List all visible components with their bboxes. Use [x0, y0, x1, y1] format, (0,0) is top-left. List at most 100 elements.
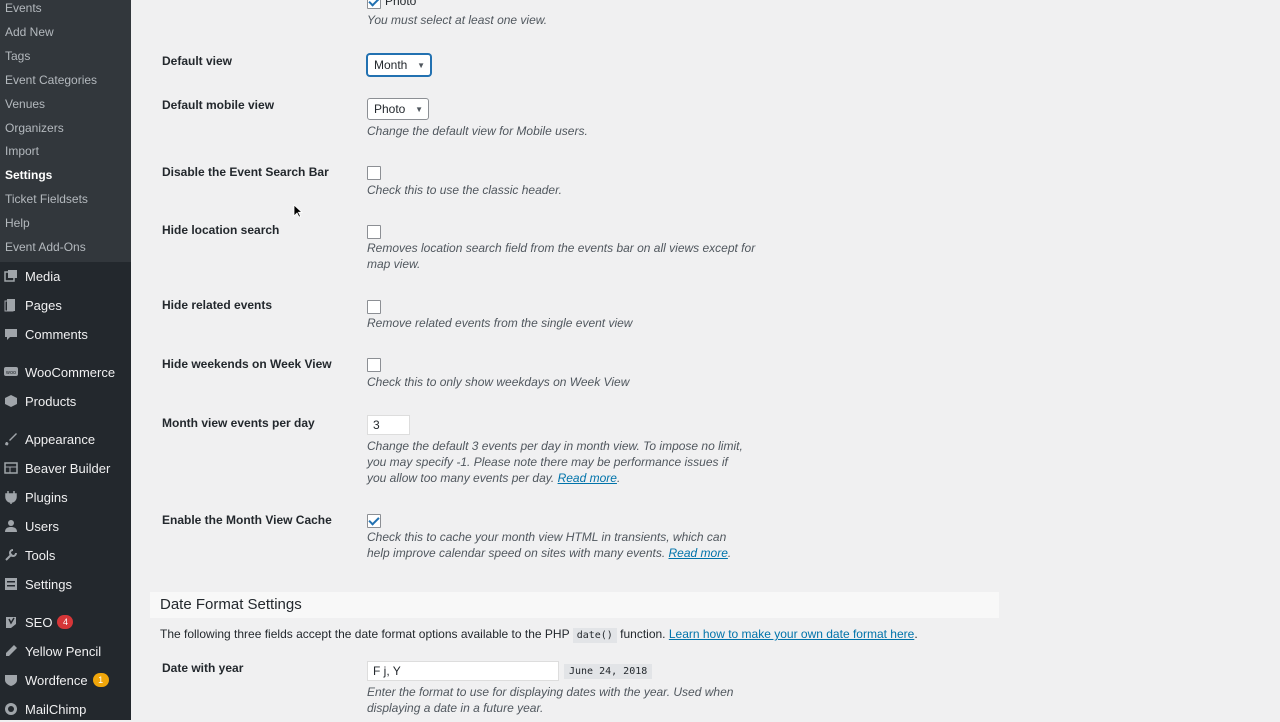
month-events-per-day-input[interactable]: 3 [367, 415, 410, 435]
menu-label: Products [25, 393, 77, 409]
media-icon [4, 269, 18, 283]
default-mobile-view-desc: Change the default view for Mobile users… [367, 124, 588, 138]
wordfence-icon [4, 673, 18, 687]
menu-item-beaver-builder[interactable]: Beaver Builder [0, 455, 131, 481]
submenu-item-tags[interactable]: Tags [5, 48, 30, 64]
appearance-icon [4, 432, 18, 446]
date-format-intro: The following three fields accept the da… [160, 627, 918, 643]
menu-item-wordfence[interactable]: Wordfence 1 [0, 667, 131, 693]
default-view-value: Month [374, 58, 408, 72]
month-events-per-day-label: Month view events per day [162, 416, 315, 430]
menu-item-pages[interactable]: Pages [0, 292, 131, 318]
menu-label: MailChimp [25, 701, 87, 717]
month-events-per-day-desc-text: Change the default 3 events per day in m… [367, 439, 743, 485]
menu-item-mailchimp[interactable]: MailChimp [0, 696, 131, 722]
pencil-icon [4, 644, 18, 658]
default-mobile-view-value: Photo [374, 102, 406, 116]
intro-text-before: The following three fields accept the da… [160, 627, 573, 641]
submenu-item-event-add-ons[interactable]: Event Add-Ons [5, 239, 86, 255]
default-view-label: Default view [162, 54, 233, 68]
menu-label: SEO [25, 614, 53, 630]
chevron-down-icon: ▼ [417, 60, 425, 70]
beaver-builder-icon [4, 461, 18, 475]
month-view-cache-label: Enable the Month View Cache [162, 513, 332, 527]
menu-label: Yellow Pencil [25, 643, 102, 659]
intro-text-after: function. [616, 627, 669, 641]
month-events-per-day-desc: Change the default 3 events per day in m… [367, 439, 743, 485]
submenu-item-ticket-fieldsets[interactable]: Ticket Fieldsets [5, 191, 88, 207]
woocommerce-icon: woo [4, 365, 18, 379]
menu-label: Media [25, 268, 61, 284]
menu-item-users[interactable]: Users [0, 513, 131, 539]
menu-label: Settings [25, 576, 72, 592]
date-with-year-example: June 24, 2018 [564, 664, 653, 679]
menu-item-tools[interactable]: Tools [0, 542, 131, 568]
disable-search-bar-desc: Check this to use the classic header. [367, 183, 562, 197]
month-events-per-day-value: 3 [373, 418, 380, 432]
menu-item-settings[interactable]: Settings [0, 571, 131, 597]
section-title: Date Format Settings [160, 596, 302, 613]
photo-view-checkbox[interactable] [367, 0, 381, 9]
wordfence-notification-badge: 1 [92, 673, 109, 687]
menu-item-plugins[interactable]: Plugins [0, 484, 131, 510]
menu-label: WooCommerce [25, 364, 116, 380]
submenu-item-event-categories[interactable]: Event Categories [5, 72, 97, 88]
default-mobile-view-label: Default mobile view [162, 98, 275, 112]
hide-location-search-desc: Removes location search field from the e… [367, 241, 756, 271]
hide-related-events-checkbox[interactable] [367, 300, 381, 314]
menu-label: Pages [25, 297, 62, 313]
date-with-year-label: Date with year [162, 661, 244, 675]
hide-location-search-checkbox[interactable] [367, 225, 381, 239]
users-icon [4, 519, 18, 533]
submenu-item-import[interactable]: Import [5, 143, 39, 159]
hide-related-events-desc: Remove related events from the single ev… [367, 316, 633, 330]
svg-text:woo: woo [6, 370, 16, 376]
plugins-icon [4, 490, 18, 504]
default-mobile-view-select[interactable]: Photo ▼ [367, 98, 429, 120]
products-icon [4, 394, 18, 408]
read-more-link[interactable]: Read more [558, 471, 617, 485]
date-with-year-desc: Enter the format to use for displaying d… [367, 685, 734, 715]
menu-label: Appearance [25, 431, 96, 447]
disable-search-bar-checkbox[interactable] [367, 166, 381, 180]
menu-label: Comments [25, 326, 88, 342]
menu-item-appearance[interactable]: Appearance [0, 426, 131, 452]
submenu-item-help[interactable]: Help [5, 215, 30, 231]
photo-view-label: Photo [385, 0, 417, 8]
menu-label: Beaver Builder [25, 460, 111, 476]
date-format-help-link[interactable]: Learn how to make your own date format h… [669, 627, 914, 641]
mouse-cursor-icon [293, 204, 303, 218]
seo-icon [4, 615, 18, 629]
pages-icon [4, 298, 18, 312]
menu-label: Plugins [25, 489, 68, 505]
admin-sidebar: Events Add New Tags Event Categories Ven… [0, 0, 131, 720]
submenu-item-add-new[interactable]: Add New [5, 24, 54, 40]
seo-notification-badge: 4 [57, 615, 74, 629]
submenu-item-organizers[interactable]: Organizers [5, 120, 64, 136]
menu-item-woocommerce[interactable]: woo WooCommerce [0, 359, 131, 385]
month-view-cache-desc: Check this to cache your month view HTML… [367, 530, 732, 560]
settings-icon [4, 577, 18, 591]
events-submenu: Events Add New Tags Event Categories Ven… [0, 0, 131, 262]
read-more-link[interactable]: Read more [669, 546, 728, 560]
default-view-select[interactable]: Month ▼ [367, 54, 431, 76]
date-with-year-input[interactable]: F j, Y [367, 661, 559, 681]
views-note: You must select at least one view. [367, 13, 548, 27]
menu-item-comments[interactable]: Comments [0, 321, 131, 347]
submenu-item-settings[interactable]: Settings [5, 167, 52, 183]
hide-weekends-checkbox[interactable] [367, 358, 381, 372]
date-function-code: date() [572, 628, 617, 643]
menu-item-products[interactable]: Products [0, 388, 131, 414]
disable-search-bar-label: Disable the Event Search Bar [162, 165, 329, 179]
hide-location-search-label: Hide location search [162, 223, 280, 237]
month-view-cache-checkbox[interactable] [367, 514, 381, 528]
menu-item-seo[interactable]: SEO 4 [0, 609, 131, 635]
menu-item-yellow-pencil[interactable]: Yellow Pencil [0, 638, 131, 664]
hide-weekends-desc: Check this to only show weekdays on Week… [367, 375, 630, 389]
mailchimp-icon [4, 702, 18, 716]
menu-item-media[interactable]: Media [0, 263, 131, 289]
menu-label: Wordfence [25, 672, 88, 688]
submenu-item-events[interactable]: Events [5, 0, 42, 16]
submenu-item-venues[interactable]: Venues [5, 96, 45, 112]
chevron-down-icon: ▼ [415, 104, 423, 114]
